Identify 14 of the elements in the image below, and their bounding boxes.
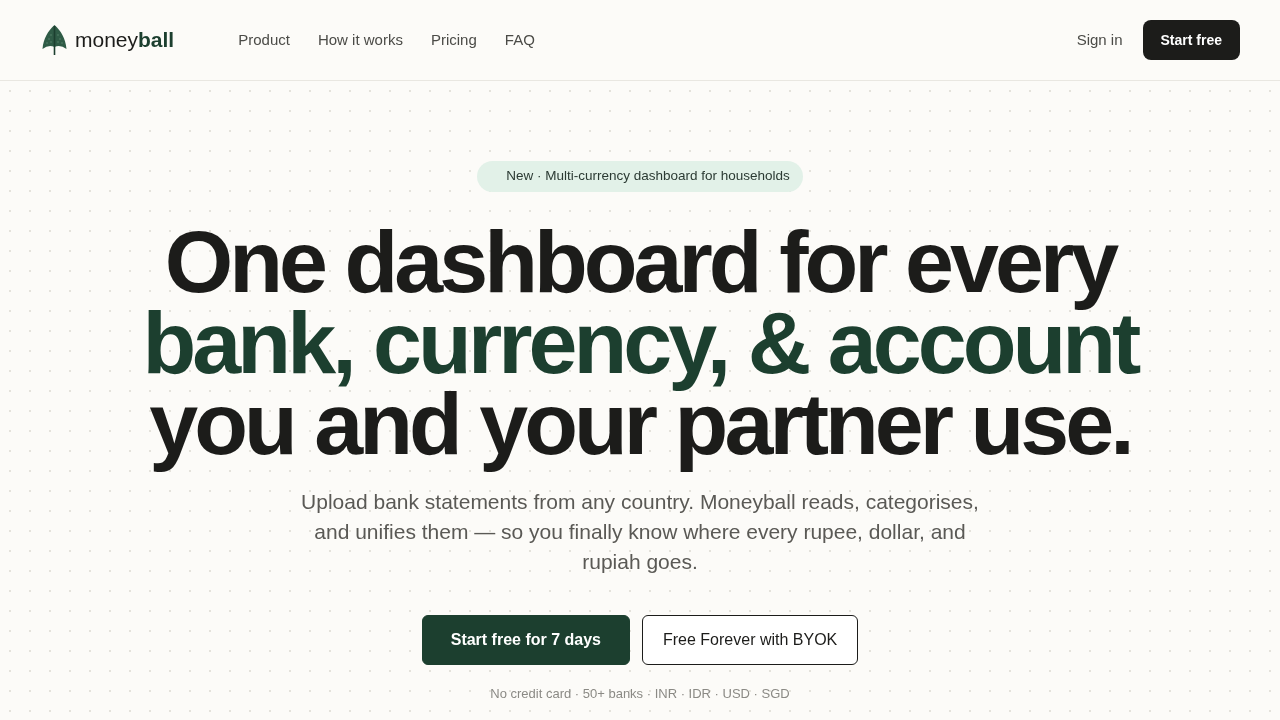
nav-link[interactable]: Product [238, 28, 290, 52]
nav-link[interactable]: FAQ [504, 28, 535, 52]
nav-link[interactable]: Pricing [430, 28, 477, 52]
sign-in-link[interactable]: Sign in [1076, 28, 1123, 52]
primary-cta-button[interactable]: Start free for 7 days [421, 614, 630, 665]
features-note: No credit card · 50+ banks · INR · IDR · USD · SGD [490, 684, 790, 703]
secondary-cta-button[interactable]: Free Forever with BYOK [642, 614, 859, 665]
logo-link[interactable]: moneyball [42, 24, 175, 56]
leaf-logo-icon [42, 25, 67, 55]
hero-description: Upload bank statements from any country. Moneyball reads, categorises, and unifies them — so you finally know where every rupee, dollar, and rupiah goes. [300, 488, 980, 575]
logo-wordmark: moneyball [75, 27, 175, 54]
start-free-button[interactable]: Start free [1142, 20, 1240, 60]
announcement-badge: New · Multi-currency dashboard for households [477, 161, 803, 192]
nav-link[interactable]: How it works [317, 28, 403, 52]
